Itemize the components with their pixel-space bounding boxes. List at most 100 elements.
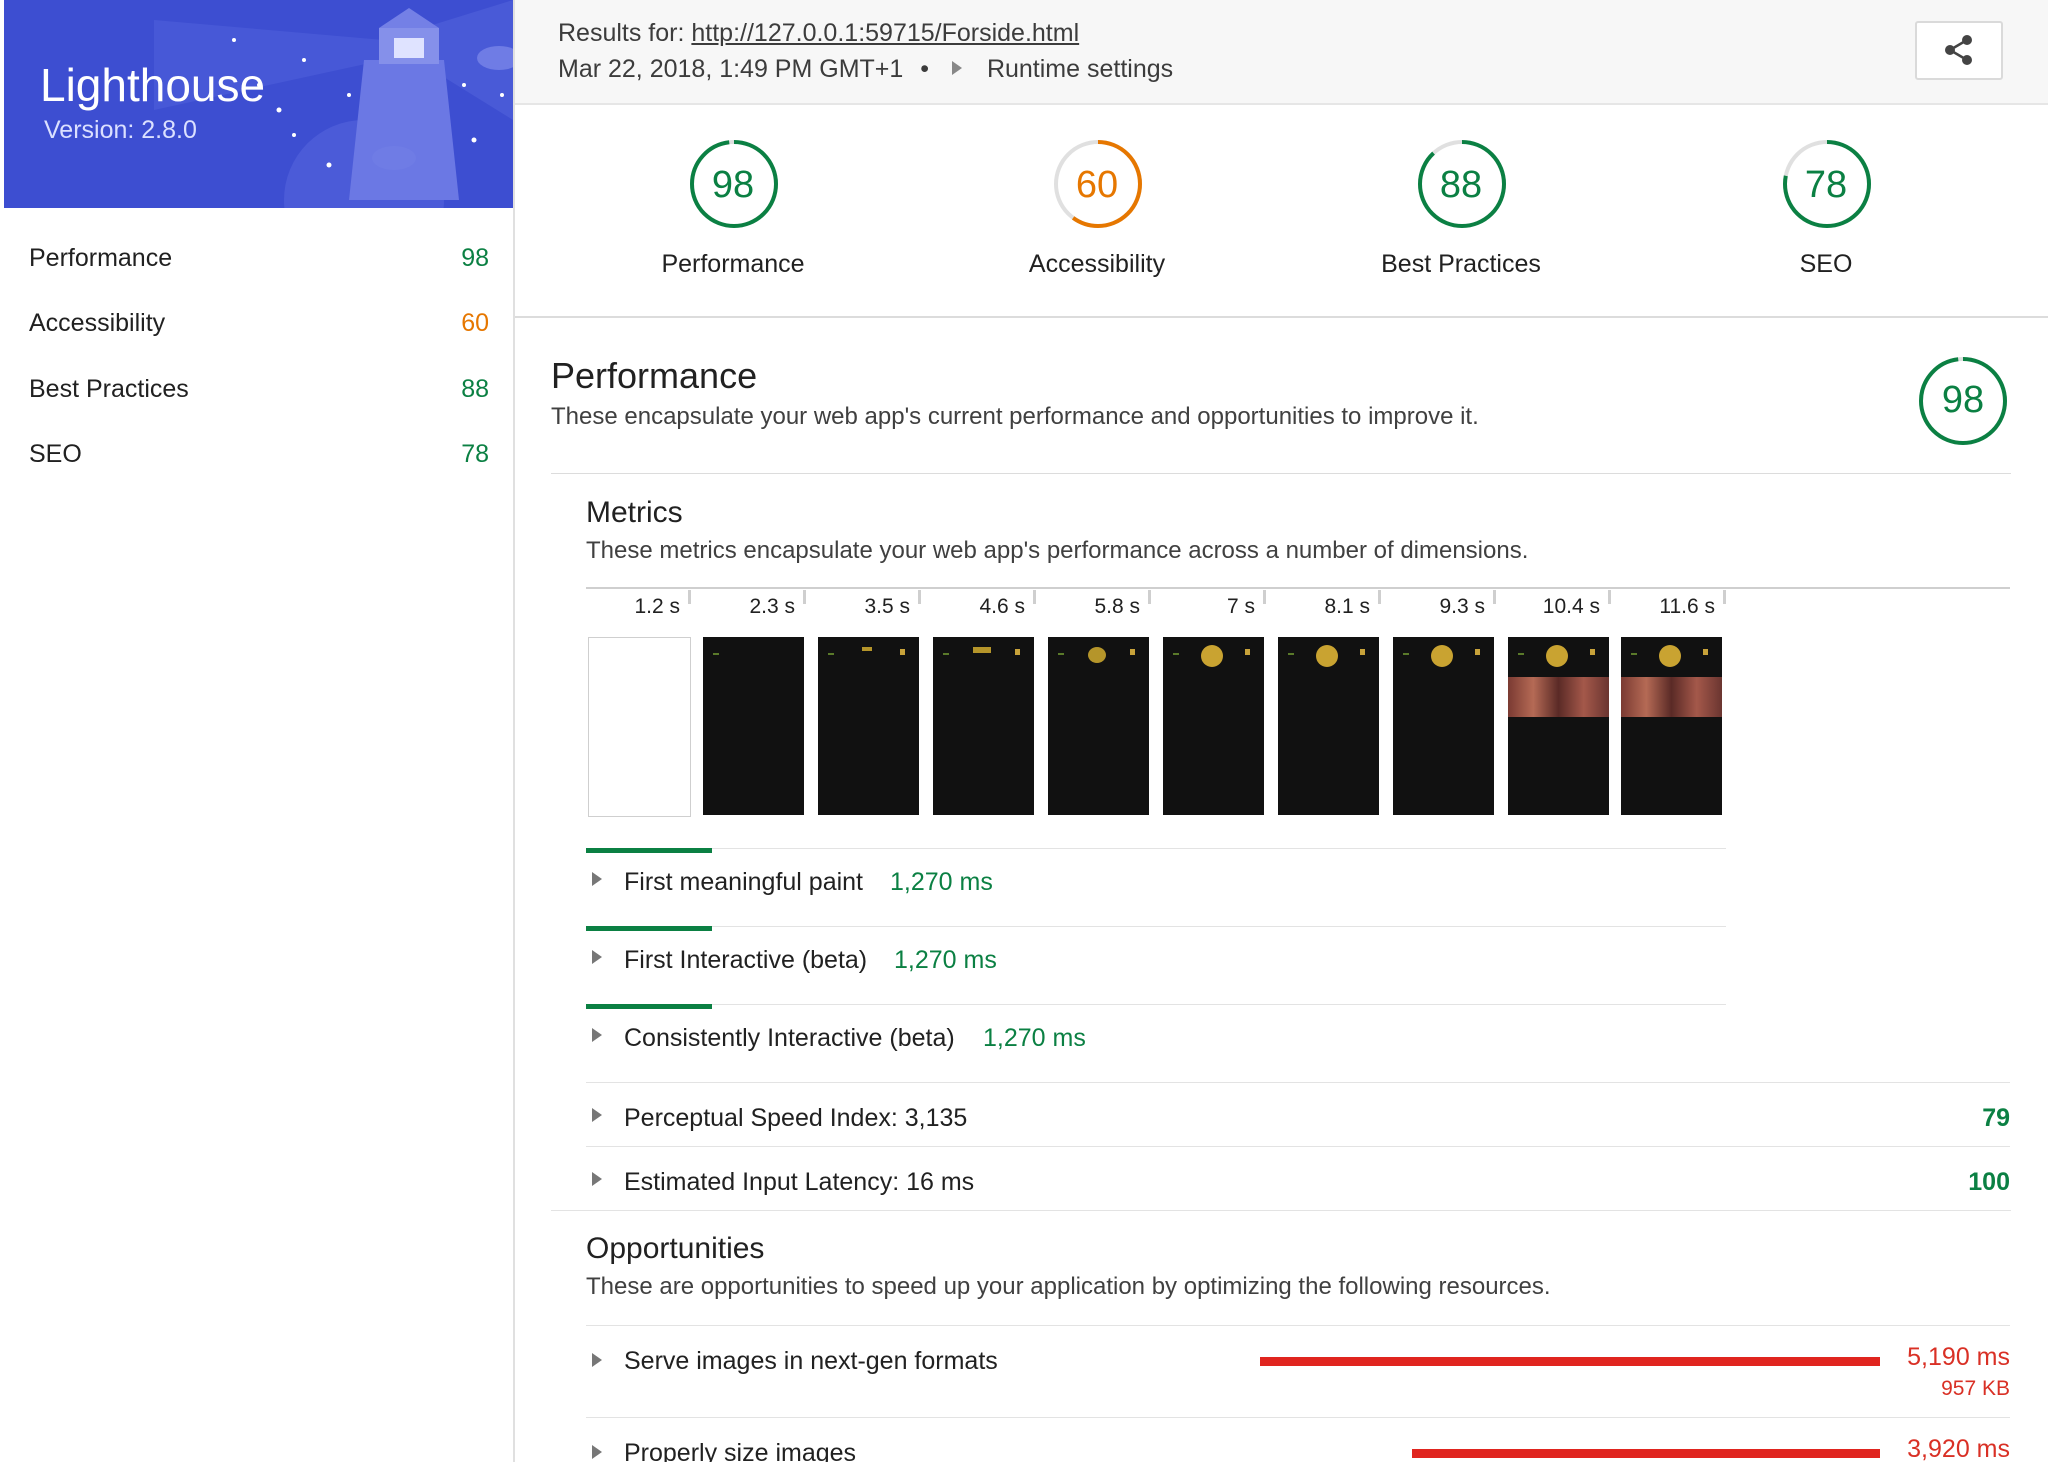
sidebar-item-label: Best Practices xyxy=(29,375,189,403)
sidebar-item-label: Accessibility xyxy=(29,309,166,337)
gauge-label: Performance xyxy=(661,250,805,278)
expand-triangle-icon xyxy=(592,872,602,886)
separator-bullet: • xyxy=(920,55,930,83)
metric-score: 100 xyxy=(1968,1168,2010,1196)
opportunity-next-gen-formats[interactable]: Serve images in next-gen formats 5,190 m… xyxy=(586,1323,2010,1415)
filmstrip-frame xyxy=(703,637,804,815)
filmstrip-time: 7 s xyxy=(1226,595,1255,618)
performance-section-title: Performance xyxy=(551,355,758,396)
metric-score: 79 xyxy=(1982,1104,2010,1132)
sidebar-item-label: Performance xyxy=(29,244,173,272)
sidebar-item-performance[interactable]: Performance 98 xyxy=(29,232,489,282)
filmstrip-time: 2.3 s xyxy=(749,595,795,618)
metric-first-interactive[interactable]: First Interactive (beta) 1,270 ms xyxy=(586,920,1726,996)
filmstrip-tick xyxy=(1263,590,1266,604)
performance-section-score: 98 xyxy=(1941,379,1985,421)
expand-triangle-icon xyxy=(592,950,602,964)
opportunity-label: Serve images in next-gen formats xyxy=(624,1347,998,1375)
gauge-performance[interactable]: 98 Performance xyxy=(603,138,863,288)
report-url-link[interactable]: http://127.0.0.1:59715/Forside.html xyxy=(691,19,1079,47)
gauge-label: SEO xyxy=(1799,250,1853,278)
performance-section-gauge: 98 xyxy=(1917,355,2009,447)
filmstrip-frame xyxy=(1508,637,1609,815)
filmstrip-tick xyxy=(1723,590,1726,604)
filmstrip-frame xyxy=(588,637,691,817)
expand-triangle-icon xyxy=(592,1445,602,1459)
filmstrip-tick xyxy=(1033,590,1036,604)
metric-label: First Interactive (beta) xyxy=(624,946,868,974)
metric-value: 1,270 ms xyxy=(983,1024,1086,1052)
filmstrip-time: 1.2 s xyxy=(634,595,680,618)
gauge-score: 88 xyxy=(1439,164,1483,206)
sidebar-item-score: 78 xyxy=(461,440,489,468)
filmstrip-tick xyxy=(688,590,691,604)
sidebar-item-score: 98 xyxy=(461,244,489,272)
expand-triangle-icon xyxy=(951,61,962,75)
sidebar-item-accessibility[interactable]: Accessibility 60 xyxy=(29,297,489,347)
filmstrip-tick xyxy=(918,590,921,604)
filmstrip-time: 4.6 s xyxy=(979,595,1025,618)
metric-consistently-interactive[interactable]: Consistently Interactive (beta) 1,270 ms xyxy=(586,998,1726,1074)
sidebar xyxy=(0,0,515,1462)
opportunities-title: Opportunities xyxy=(586,1232,765,1265)
opportunities-description: These are opportunities to speed up your… xyxy=(586,1273,1551,1300)
metric-label: Perceptual Speed Index: 3,135 xyxy=(624,1104,968,1132)
metric-value: 1,270 ms xyxy=(890,868,993,896)
lighthouse-hero-banner: Lighthouse Version: 2.8.0 xyxy=(4,0,513,208)
results-line: Results for: http://127.0.0.1:59715/Fors… xyxy=(558,19,1079,48)
gauge-seo[interactable]: 78 SEO xyxy=(1696,138,1956,288)
sidebar-item-best-practices[interactable]: Best Practices 88 xyxy=(29,363,489,413)
expand-triangle-icon xyxy=(592,1353,602,1367)
app-title: Lighthouse xyxy=(40,59,266,111)
gauge-label: Best Practices xyxy=(1381,250,1541,278)
filmstrip-time: 11.6 s xyxy=(1659,595,1715,618)
metrics-description: These metrics encapsulate your web app's… xyxy=(586,537,1529,564)
sidebar-item-seo[interactable]: SEO 78 xyxy=(29,428,489,478)
share-button[interactable] xyxy=(1915,21,2003,80)
section-divider xyxy=(551,473,2011,474)
opportunity-properly-size-images[interactable]: Properly size images 3,920 ms xyxy=(586,1415,2010,1462)
filmstrip-frame xyxy=(1048,637,1149,815)
filmstrip-tick xyxy=(1148,590,1151,604)
gauge-accessibility[interactable]: 60 Accessibility xyxy=(967,138,1227,288)
filmstrip-time: 9.3 s xyxy=(1439,595,1485,618)
filmstrip-time: 3.5 s xyxy=(864,595,910,618)
metric-label: Estimated Input Latency: 16 ms xyxy=(624,1168,975,1196)
report-header: Results for: http://127.0.0.1:59715/Fors… xyxy=(515,0,2048,105)
gauge-label: Accessibility xyxy=(1028,250,1166,278)
metric-estimated-input-latency[interactable]: Estimated Input Latency: 16 ms 100 xyxy=(586,1142,2010,1218)
gauge-best-practices[interactable]: 88 Best Practices xyxy=(1331,138,1591,288)
gauge-score: 98 xyxy=(711,164,755,206)
filmstrip-tick xyxy=(803,590,806,604)
filmstrip-axis xyxy=(586,587,2010,589)
metrics-title: Metrics xyxy=(586,496,683,529)
performance-section-description: These encapsulate your web app's current… xyxy=(551,403,1479,430)
filmstrip-frame xyxy=(818,637,919,815)
sidebar-item-score: 88 xyxy=(461,375,489,403)
filmstrip-frame xyxy=(933,637,1034,815)
filmstrip-frame xyxy=(1278,637,1379,815)
metric-label: Consistently Interactive (beta) xyxy=(624,1024,955,1052)
filmstrip-time: 10.4 s xyxy=(1542,595,1600,618)
filmstrip-tick xyxy=(1608,590,1611,604)
opportunity-label: Properly size images xyxy=(624,1439,857,1462)
opportunity-savings-bar xyxy=(1411,1449,1880,1458)
sidebar-item-score: 60 xyxy=(461,309,489,337)
share-icon xyxy=(1945,35,1972,65)
gauge-score: 78 xyxy=(1804,164,1848,206)
timestamp-line: Mar 22, 2018, 1:49 PM GMT+1 • Runtime se… xyxy=(558,55,1173,84)
opportunity-size: 957 KB xyxy=(1941,1377,2010,1400)
section-divider xyxy=(551,1210,2011,1211)
filmstrip-tick xyxy=(1378,590,1381,604)
opportunity-time: 3,920 ms xyxy=(1907,1435,2010,1462)
gauge-score: 60 xyxy=(1075,164,1119,206)
expand-triangle-icon xyxy=(592,1172,602,1186)
expand-triangle-icon xyxy=(592,1028,602,1042)
filmstrip-frame xyxy=(1393,637,1494,815)
report-timestamp: Mar 22, 2018, 1:49 PM GMT+1 xyxy=(558,55,904,83)
metric-first-meaningful-paint[interactable]: First meaningful paint 1,270 ms xyxy=(586,842,1726,918)
runtime-settings-toggle[interactable]: Runtime settings xyxy=(987,55,1173,83)
gauges-divider xyxy=(515,316,2048,318)
results-prefix: Results for: xyxy=(558,19,685,47)
filmstrip-frame xyxy=(1621,637,1722,815)
